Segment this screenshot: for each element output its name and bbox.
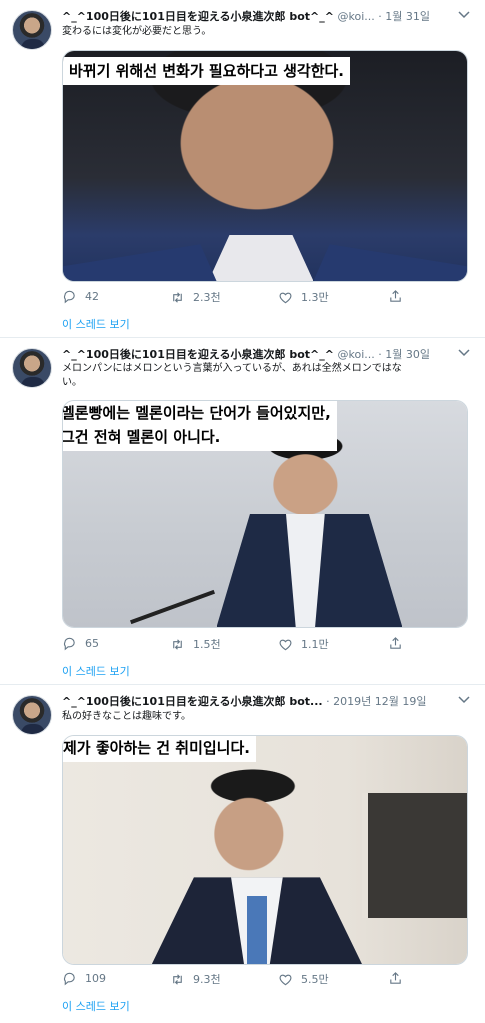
tweet-text: 変わるには変化が必要だと思う。: [62, 26, 212, 37]
caption-line: 멜론빵에는 멜론이라는 단어가 들어있지만,: [62, 404, 331, 422]
retweet-button[interactable]: 9.3천: [170, 971, 221, 987]
photo: [63, 51, 467, 281]
handle[interactable]: @koi...: [337, 348, 374, 361]
tweet-actions: 42 2.3천 1.3만: [62, 289, 412, 307]
like-icon: [279, 974, 292, 985]
caption-line: 제가 좋아하는 건 취미입니다.: [63, 739, 250, 757]
reply-button[interactable]: 109: [62, 971, 106, 986]
reply-count: 42: [85, 290, 99, 303]
tweet-photo[interactable]: 바뀌기 위해선 변화가 필요하다고 생각한다.: [62, 50, 468, 282]
like-button[interactable]: 1.1만: [278, 636, 329, 652]
share-button[interactable]: [388, 971, 403, 986]
separator-dot: ·: [378, 10, 382, 23]
tweet-text-line: い。: [62, 377, 82, 388]
retweet-icon: [173, 973, 182, 985]
retweet-icon: [173, 291, 182, 303]
show-thread-link[interactable]: 이 스레드 보기: [62, 663, 130, 679]
like-count: 1.1만: [301, 638, 329, 651]
separator-dot: ·: [378, 348, 382, 361]
caption-line: 그건 전혀 멜론이 아니다.: [62, 428, 221, 446]
retweet-count: 2.3천: [193, 291, 221, 304]
reply-count: 109: [85, 972, 106, 985]
show-thread-link[interactable]: 이 스레드 보기: [62, 316, 130, 332]
like-icon: [279, 639, 292, 650]
avatar[interactable]: [12, 348, 52, 388]
chevron-down-icon[interactable]: [457, 694, 471, 706]
display-name[interactable]: ^_^100日後に101日目を迎える小泉進次郎 bot...: [62, 695, 323, 708]
share-icon: [390, 290, 401, 302]
avatar[interactable]: [12, 10, 52, 50]
photo-caption: 제가 좋아하는 건 취미입니다.: [63, 736, 256, 762]
tweet[interactable]: ^_^100日後に101日目を迎える小泉進次郎 bot^_^ @koi... ·…: [0, 338, 485, 685]
share-button[interactable]: [388, 636, 403, 651]
display-name[interactable]: ^_^100日後に101日目を迎える小泉進次郎 bot^_^: [62, 348, 334, 361]
photo: [63, 736, 467, 964]
retweet-icon: [173, 638, 182, 650]
like-count: 5.5만: [301, 973, 329, 986]
display-name[interactable]: ^_^100日後に101日目を迎える小泉進次郎 bot^_^: [62, 10, 334, 23]
chevron-down-icon[interactable]: [457, 347, 471, 359]
tweet[interactable]: ^_^100日後に101日目を迎える小泉進次郎 bot... · 2019년 1…: [0, 685, 485, 1023]
tweet-header: ^_^100日後に101日目を迎える小泉進次郎 bot... · 2019년 1…: [62, 693, 475, 709]
retweet-button[interactable]: 2.3천: [170, 289, 221, 305]
like-button[interactable]: 5.5만: [278, 971, 329, 987]
retweet-count: 1.5천: [193, 638, 221, 651]
tweet-date[interactable]: 1월 31일: [385, 10, 430, 23]
reply-icon: [63, 637, 75, 651]
retweet-count: 9.3천: [193, 973, 221, 986]
caption-line: 바뀌기 위해선 변화가 필요하다고 생각한다.: [69, 62, 344, 80]
reply-icon: [63, 972, 75, 986]
reply-icon: [63, 290, 75, 304]
tweet-date[interactable]: 2019년 12월 19일: [333, 695, 426, 708]
separator-dot: ·: [326, 695, 330, 708]
photo-caption: 바뀌기 위해선 변화가 필요하다고 생각한다.: [63, 57, 350, 85]
tweet-header: ^_^100日後に101日目を迎える小泉進次郎 bot^_^ @koi... ·…: [62, 346, 475, 362]
tweet[interactable]: ^_^100日後に101日目を迎える小泉進次郎 bot^_^ @koi... ·…: [0, 0, 485, 338]
tweet-text-line: メロンパンにはメロンという言葉が入っているが、あれは全然メロンではな: [62, 363, 402, 374]
retweet-button[interactable]: 1.5천: [170, 636, 221, 652]
reply-button[interactable]: 42: [62, 289, 99, 304]
tweet-text: 私の好きなことは趣味です。: [62, 711, 191, 722]
tweet-actions: 65 1.5천 1.1만: [62, 636, 412, 654]
tweet-text: メロンパンにはメロンという言葉が入っているが、あれは全然メロンではな い。: [62, 362, 474, 390]
tweet-header: ^_^100日後に101日目を迎える小泉進次郎 bot^_^ @koi... ·…: [62, 8, 475, 24]
handle[interactable]: @koi...: [337, 10, 374, 23]
share-icon: [390, 972, 401, 984]
tweet-actions: 109 9.3천 5.5만: [62, 971, 412, 989]
reply-button[interactable]: 65: [62, 636, 99, 651]
tweet-date[interactable]: 1월 30일: [385, 348, 430, 361]
chevron-down-icon[interactable]: [457, 9, 471, 21]
like-count: 1.3만: [301, 291, 329, 304]
avatar[interactable]: [12, 695, 52, 735]
tweet-photo[interactable]: 멜론빵에는 멜론이라는 단어가 들어있지만, 그건 전혀 멜론이 아니다.: [62, 400, 468, 628]
tweet-photo[interactable]: 제가 좋아하는 건 취미입니다.: [62, 735, 468, 965]
share-icon: [390, 637, 401, 649]
share-button[interactable]: [388, 289, 403, 304]
photo-caption: 멜론빵에는 멜론이라는 단어가 들어있지만, 그건 전혀 멜론이 아니다.: [62, 401, 337, 451]
show-thread-link[interactable]: 이 스레드 보기: [62, 998, 130, 1014]
reply-count: 65: [85, 637, 99, 650]
like-icon: [279, 292, 292, 303]
like-button[interactable]: 1.3만: [278, 289, 329, 305]
